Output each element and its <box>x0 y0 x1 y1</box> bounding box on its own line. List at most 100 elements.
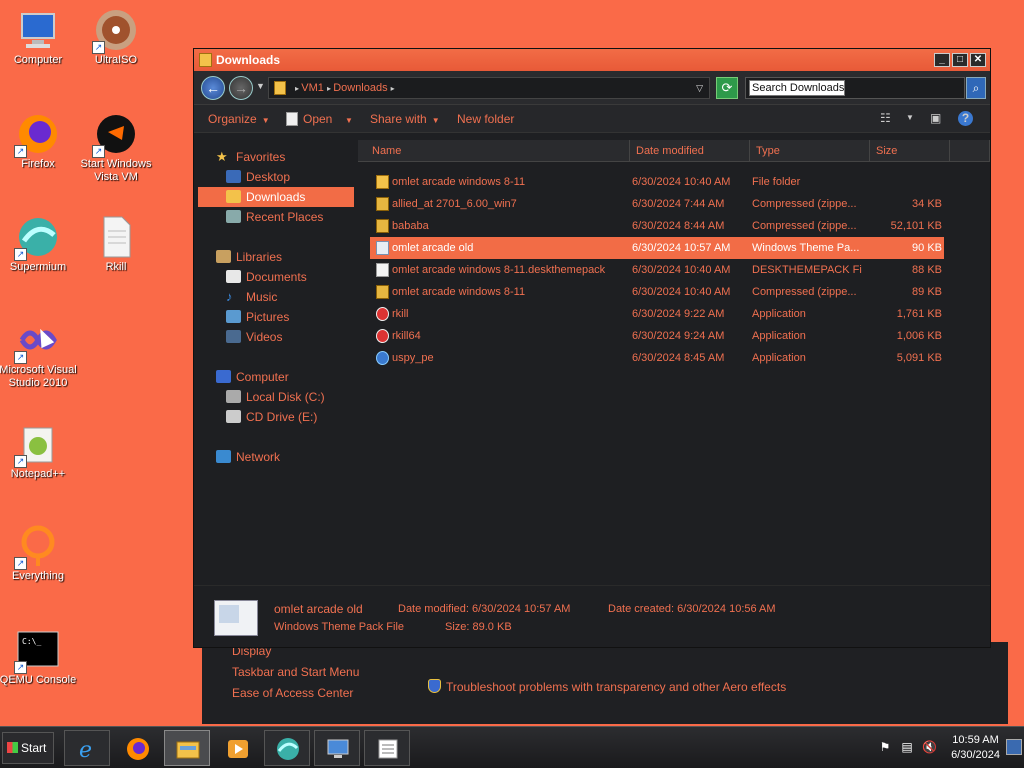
file-row[interactable]: omlet arcade old 6/30/2024 10:57 AM Window… <box>370 237 944 259</box>
file-thumbnail <box>214 600 258 636</box>
column-header-extra <box>950 140 990 162</box>
details-size: Size: 89.0 KB <box>445 621 512 633</box>
nav-libraries[interactable]: Libraries <box>216 247 372 267</box>
taskbar-firefox[interactable] <box>114 730 160 766</box>
file-row[interactable]: rkill64 6/30/2024 9:24 AM Application 1,006… <box>370 325 944 347</box>
file-row[interactable]: bababa 6/30/2024 8:44 AM Compressed (zippe… <box>370 215 944 237</box>
file-row[interactable]: omlet arcade windows 8-11 6/30/2024 10:40… <box>370 171 944 193</box>
desktop-icon-everything[interactable]: ↗ Everything <box>0 524 78 583</box>
file-name: uspy_pe <box>392 352 434 364</box>
open-dropdown[interactable]: ▼ <box>340 105 353 135</box>
taskbar-internet-explorer[interactable]: e <box>64 730 110 766</box>
desktop-icon-label: Computer <box>13 54 63 66</box>
nav-label: Local Disk (C:) <box>246 390 325 404</box>
column-header-date[interactable]: Date modified <box>630 140 750 162</box>
nav-favorites[interactable]: ★ Favorites <box>216 147 372 167</box>
search-box[interactable] <box>745 77 965 99</box>
navigation-pane: ★ Favorites Desktop Downloads Recent Plac… <box>194 135 356 585</box>
desktop-icon-start-vista-vm[interactable]: ↗ Start Windows Vista VM <box>76 112 156 184</box>
open-button[interactable]: Open <box>286 105 332 133</box>
nav-label: Music <box>246 290 278 304</box>
file-row[interactable]: uspy_pe 6/30/2024 8:45 AM Application 5,091… <box>370 347 944 369</box>
close-button[interactable]: ✕ <box>970 53 986 67</box>
desktop-icon-qemu-console[interactable]: C:\_ ↗ QEMU Console <box>0 628 78 687</box>
libraries-icon <box>216 250 231 263</box>
file-type: Application <box>752 352 806 364</box>
desktop-icon-ultraiso[interactable]: ↗ UltraISO <box>76 8 156 67</box>
help-icon[interactable]: ? <box>958 111 973 126</box>
desktop-icon-notepadpp[interactable]: ↗ Notepad++ <box>0 422 78 481</box>
desktop-icon-firefox[interactable]: ↗ Firefox <box>0 112 78 171</box>
taskbar-notepad[interactable] <box>364 730 410 766</box>
document-icon <box>376 263 389 277</box>
file-type: Windows Theme Pa... <box>752 242 860 254</box>
link-ease-of-access[interactable]: Ease of Access Center <box>232 686 353 700</box>
file-name: bababa <box>392 220 429 232</box>
desktop-icon-supermium[interactable]: ↗ Supermium <box>0 215 78 274</box>
refresh-button[interactable]: ⟳ <box>716 77 738 99</box>
start-button[interactable]: Start <box>2 732 54 764</box>
maximize-button[interactable]: □ <box>952 53 968 67</box>
svg-text:C:\_: C:\_ <box>22 637 41 646</box>
supermium-icon: ↗ <box>14 215 60 261</box>
file-row[interactable]: allied_at 2701_6.00_win7 6/30/2024 7:44 A… <box>370 193 944 215</box>
view-options-icon[interactable]: ☷ <box>880 111 891 125</box>
forward-button[interactable]: → <box>229 76 253 100</box>
nav-computer[interactable]: Computer <box>216 367 372 387</box>
desktop-icon-label: Supermium <box>9 261 67 273</box>
file-icon <box>94 215 138 259</box>
details-date-modified: Date modified: 6/30/2024 10:57 AM <box>398 603 571 615</box>
address-dropdown[interactable]: ▽ <box>696 78 703 98</box>
file-date: 6/30/2024 10:40 AM <box>632 286 731 298</box>
desktop-icon-label: Firefox <box>21 158 55 170</box>
column-header-name[interactable]: Name <box>358 140 630 162</box>
new-folder-button[interactable]: New folder <box>457 105 514 133</box>
file-row[interactable]: omlet arcade windows 8-11 6/30/2024 10:40… <box>370 281 944 303</box>
clock[interactable]: 10:59 AM 6/30/2024 <box>951 733 1000 763</box>
desktop-icon-label: Rkill <box>105 261 127 273</box>
nav-label: Pictures <box>246 310 290 324</box>
preview-pane-icon[interactable]: ▣ <box>930 111 941 125</box>
minimize-button[interactable]: _ <box>934 53 950 67</box>
nav-label: Documents <box>246 270 307 284</box>
share-with-label: Share with <box>370 112 427 126</box>
desktop-icon-computer[interactable]: Computer <box>0 8 78 67</box>
column-header-type[interactable]: Type <box>750 140 870 162</box>
file-row[interactable]: omlet arcade windows 8-11.deskthemepack 6… <box>370 259 944 281</box>
desktop-icon-rkill[interactable]: Rkill <box>76 215 156 274</box>
file-type: Application <box>752 308 806 320</box>
desktop-icon-label: Microsoft Visual Studio 2010 <box>0 364 77 389</box>
document-icon <box>286 112 298 126</box>
volume-muted-icon[interactable]: 🔇 <box>922 740 937 754</box>
file-row[interactable]: rkill 6/30/2024 9:22 AM Application 1,761 K… <box>370 303 944 325</box>
link-taskbar-start-menu[interactable]: Taskbar and Start Menu <box>232 665 359 679</box>
taskbar-remote-desktop[interactable] <box>314 730 360 766</box>
breadcrumb-downloads[interactable]: Downloads <box>333 82 387 94</box>
title-bar[interactable]: Downloads _ □ ✕ <box>194 49 990 71</box>
taskbar-explorer[interactable] <box>164 730 210 766</box>
file-size: 88 KB <box>912 264 942 276</box>
shield-icon <box>428 679 441 693</box>
breadcrumb[interactable]: ▸ VM1 ▸ Downloads ▸ ▽ <box>268 77 710 99</box>
taskbar-supermium[interactable] <box>264 730 310 766</box>
nav-network[interactable]: Network <box>216 447 372 467</box>
show-desktop-button[interactable] <box>1006 739 1022 755</box>
share-with-button[interactable]: Share with ▼ <box>370 105 440 135</box>
network-icon[interactable]: ▤ <box>900 740 914 754</box>
back-button[interactable]: ← <box>201 76 225 100</box>
organize-button[interactable]: Organize ▼ <box>208 105 270 135</box>
column-header-size[interactable]: Size <box>870 140 950 162</box>
taskbar-media-player[interactable] <box>214 730 260 766</box>
view-dropdown[interactable]: ▼ <box>906 111 914 125</box>
search-button[interactable]: ⌕ <box>966 77 986 99</box>
recent-pages-dropdown[interactable]: ▼ <box>256 81 265 91</box>
search-input[interactable] <box>749 80 845 96</box>
file-size: 52,101 KB <box>890 220 942 232</box>
aero-troubleshoot-link[interactable]: Troubleshoot problems with transparency … <box>428 679 786 694</box>
new-folder-label: New folder <box>457 112 515 126</box>
breadcrumb-vm1[interactable]: VM1 <box>301 82 324 94</box>
command-bar: Organize ▼ Open ▼ Share with ▼ New folder … <box>194 105 990 133</box>
action-center-flag-icon[interactable]: ⚑ <box>878 740 892 754</box>
clock-time: 10:59 AM <box>952 734 999 746</box>
nav-downloads[interactable]: Downloads <box>198 187 354 207</box>
